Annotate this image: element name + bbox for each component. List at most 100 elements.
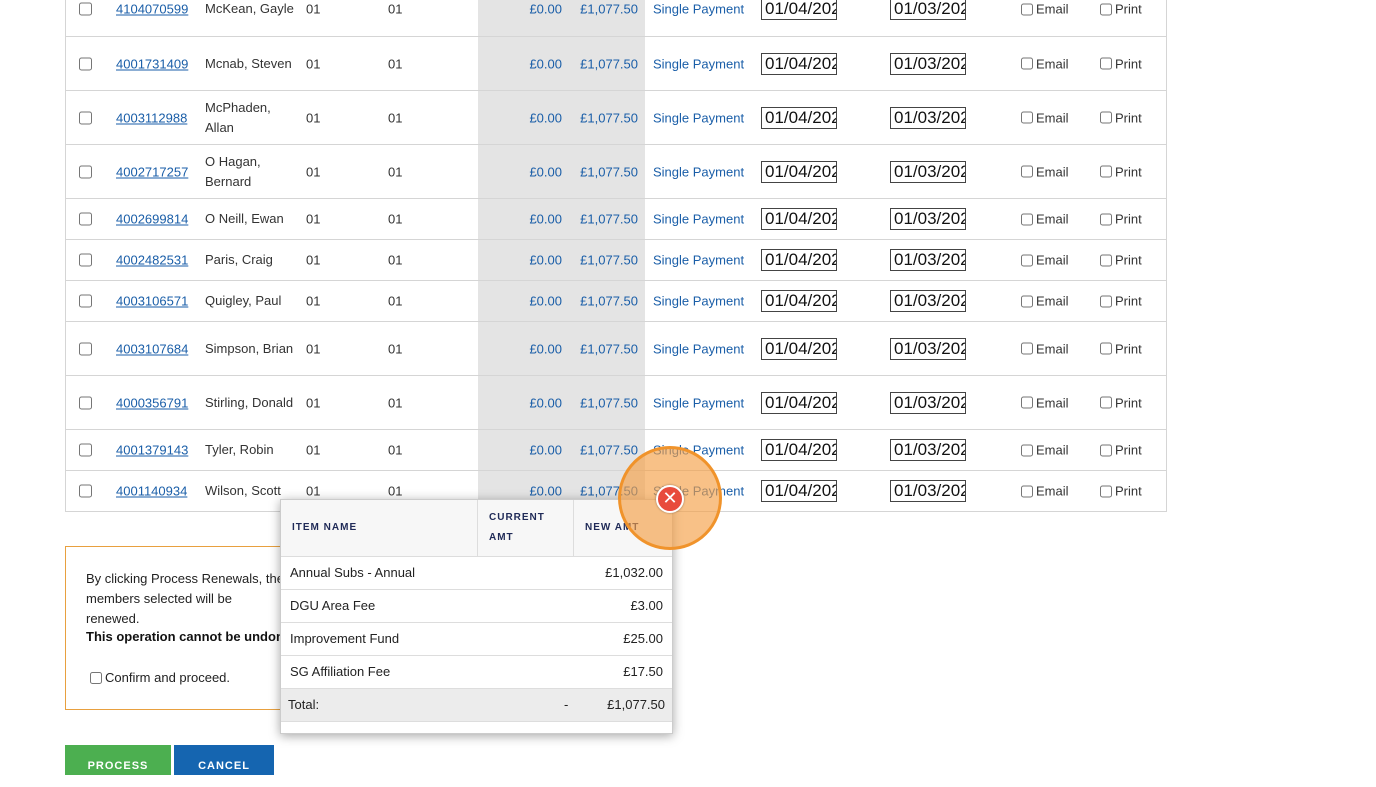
email-option[interactable]: Email (1021, 341, 1069, 356)
email-option[interactable]: Email (1021, 56, 1069, 71)
start-date-input[interactable]: 01/04/2025 (761, 52, 837, 75)
print-option[interactable]: Print (1100, 212, 1142, 227)
end-date-input[interactable]: 01/03/2026 (890, 249, 966, 271)
email-checkbox[interactable] (1021, 165, 1033, 178)
email-checkbox[interactable] (1021, 295, 1033, 307)
payment-type-link[interactable]: Single Payment (653, 110, 744, 125)
email-checkbox[interactable] (1021, 444, 1033, 456)
print-option[interactable]: Print (1100, 294, 1142, 309)
row-select-checkbox[interactable] (79, 212, 92, 226)
start-date-input[interactable]: 01/04/2025 (761, 290, 837, 312)
print-checkbox[interactable] (1100, 444, 1112, 456)
payment-type-link[interactable]: Single Payment (653, 294, 744, 309)
member-number-link[interactable]: 4002482531 (116, 253, 188, 268)
payment-type-link[interactable]: Single Payment (653, 2, 744, 17)
print-checkbox[interactable] (1100, 485, 1112, 497)
member-number-link[interactable]: 4003107684 (116, 341, 188, 356)
start-date-input[interactable]: 01/04/2025 (761, 439, 837, 461)
email-option[interactable]: Email (1021, 443, 1069, 458)
print-checkbox[interactable] (1100, 295, 1112, 307)
row-select-checkbox[interactable] (79, 57, 92, 70)
print-checkbox[interactable] (1100, 111, 1112, 124)
email-option[interactable]: Email (1021, 212, 1069, 227)
payment-type-link[interactable]: Single Payment (653, 164, 744, 179)
print-checkbox[interactable] (1100, 254, 1112, 266)
member-number-link[interactable]: 4000356791 (116, 395, 188, 410)
print-option[interactable]: Print (1100, 2, 1142, 17)
end-date-input[interactable]: 01/03/2026 (890, 391, 966, 414)
print-checkbox[interactable] (1100, 396, 1112, 409)
cancel-button[interactable]: CANCEL (174, 745, 274, 775)
row-select-checkbox[interactable] (79, 342, 92, 355)
row-select-checkbox[interactable] (79, 294, 92, 308)
print-option[interactable]: Print (1100, 395, 1142, 410)
email-checkbox[interactable] (1021, 342, 1033, 355)
payment-type-link[interactable]: Single Payment (653, 395, 744, 410)
email-checkbox[interactable] (1021, 213, 1033, 225)
print-checkbox[interactable] (1100, 165, 1112, 178)
payment-type-link[interactable]: Single Payment (653, 56, 744, 71)
start-date-input[interactable]: 01/04/2025 (761, 391, 837, 414)
email-option[interactable]: Email (1021, 294, 1069, 309)
row-select-checkbox[interactable] (79, 111, 92, 124)
email-option[interactable]: Email (1021, 253, 1069, 268)
new-amount[interactable]: £1,077.50 (580, 443, 638, 458)
print-option[interactable]: Print (1100, 484, 1142, 499)
email-checkbox[interactable] (1021, 254, 1033, 266)
start-date-input[interactable]: 01/04/2025 (761, 480, 837, 502)
member-number-link[interactable]: 4002717257 (116, 164, 188, 179)
close-icon[interactable]: ✕ (656, 485, 684, 513)
row-select-checkbox[interactable] (79, 253, 92, 267)
confirm-checkbox-label[interactable]: Confirm and proceed. (90, 670, 230, 685)
email-checkbox[interactable] (1021, 57, 1033, 70)
row-select-checkbox[interactable] (79, 165, 92, 178)
start-date-input[interactable]: 01/04/2025 (761, 208, 837, 230)
print-checkbox[interactable] (1100, 3, 1112, 15)
start-date-input[interactable]: 01/04/2025 (761, 106, 837, 129)
email-checkbox[interactable] (1021, 396, 1033, 409)
print-option[interactable]: Print (1100, 253, 1142, 268)
print-checkbox[interactable] (1100, 57, 1112, 70)
email-option[interactable]: Email (1021, 484, 1069, 499)
confirm-checkbox[interactable] (90, 671, 102, 684)
new-amount[interactable]: £1,077.50 (580, 212, 638, 227)
new-amount[interactable]: £1,077.50 (580, 253, 638, 268)
member-number-link[interactable]: 4002699814 (116, 212, 188, 227)
end-date-input[interactable]: 01/03/2026 (890, 439, 966, 461)
member-number-link[interactable]: 4001140934 (116, 484, 187, 499)
start-date-input[interactable]: 01/04/2025 (761, 0, 837, 20)
member-number-link[interactable]: 4001379143 (116, 443, 188, 458)
email-checkbox[interactable] (1021, 3, 1033, 15)
row-select-checkbox[interactable] (79, 2, 92, 16)
member-number-link[interactable]: 4001731409 (116, 56, 188, 71)
new-amount[interactable]: £1,077.50 (580, 2, 638, 17)
email-option[interactable]: Email (1021, 110, 1069, 125)
email-checkbox[interactable] (1021, 111, 1033, 124)
row-select-checkbox[interactable] (79, 396, 92, 409)
row-select-checkbox[interactable] (79, 443, 92, 457)
new-amount[interactable]: £1,077.50 (580, 294, 638, 309)
member-number-link[interactable]: 4003112988 (116, 110, 187, 125)
process-button[interactable]: PROCESS (65, 745, 171, 775)
payment-type-link[interactable]: Single Payment (653, 253, 744, 268)
email-option[interactable]: Email (1021, 2, 1069, 17)
end-date-input[interactable]: 01/03/2026 (890, 0, 966, 20)
payment-type-link[interactable]: Single Payment (653, 341, 744, 356)
end-date-input[interactable]: 01/03/2026 (890, 106, 966, 129)
print-checkbox[interactable] (1100, 342, 1112, 355)
payment-type-link[interactable]: Single Payment (653, 212, 744, 227)
email-checkbox[interactable] (1021, 485, 1033, 497)
end-date-input[interactable]: 01/03/2026 (890, 160, 966, 183)
row-select-checkbox[interactable] (79, 484, 92, 498)
start-date-input[interactable]: 01/04/2025 (761, 337, 837, 360)
email-option[interactable]: Email (1021, 164, 1069, 179)
new-amount[interactable]: £1,077.50 (580, 395, 638, 410)
new-amount[interactable]: £1,077.50 (580, 56, 638, 71)
end-date-input[interactable]: 01/03/2026 (890, 337, 966, 360)
new-amount[interactable]: £1,077.50 (580, 110, 638, 125)
print-option[interactable]: Print (1100, 164, 1142, 179)
member-number-link[interactable]: 4104070599 (116, 2, 188, 17)
email-option[interactable]: Email (1021, 395, 1069, 410)
end-date-input[interactable]: 01/03/2026 (890, 208, 966, 230)
print-option[interactable]: Print (1100, 56, 1142, 71)
